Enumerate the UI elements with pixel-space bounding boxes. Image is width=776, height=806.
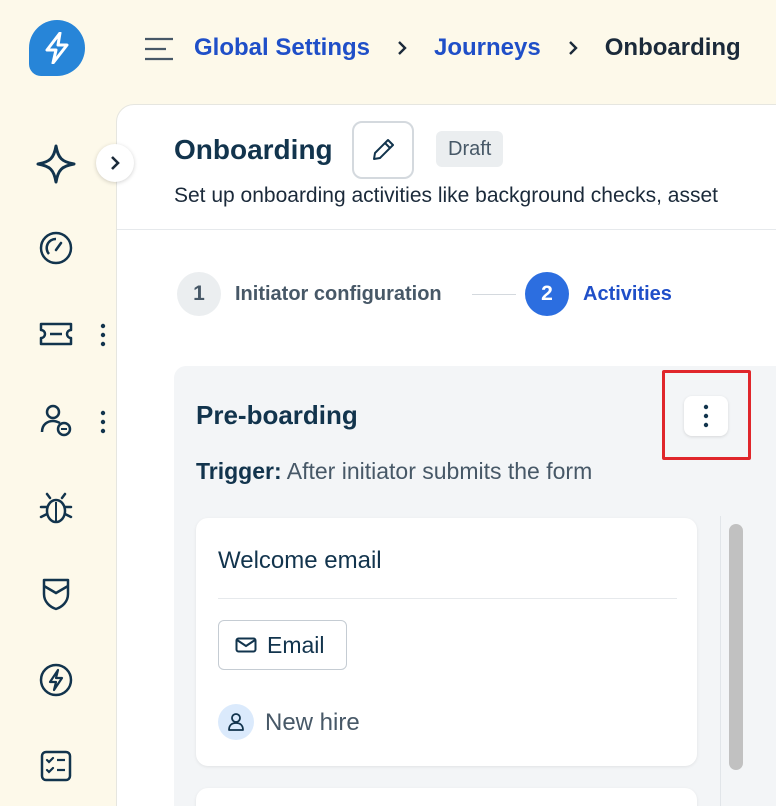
page-subtitle: Set up onboarding activities like backgr… [174, 184, 718, 207]
shield-icon[interactable] [36, 574, 76, 614]
breadcrumb-current: Onboarding [604, 34, 741, 61]
page-title: Onboarding [174, 134, 333, 165]
activity-card[interactable] [196, 788, 697, 806]
lightning-icon[interactable] [36, 660, 76, 700]
breadcrumb: Global Settings Journeys Onboarding [194, 34, 741, 62]
expand-sidebar-button[interactable] [96, 144, 134, 182]
activity-type-chip: Email [218, 620, 347, 670]
activity-assignee: New hire [265, 709, 360, 736]
breadcrumb-journeys[interactable]: Journeys [434, 34, 541, 62]
app-logo-icon[interactable] [29, 20, 85, 76]
stage-title: Pre-boarding [196, 400, 358, 430]
scrollbar-track [720, 516, 721, 806]
top-bar: Global Settings Journeys Onboarding [116, 0, 776, 104]
chevron-right-icon [111, 156, 120, 170]
dashboard-gauge-icon[interactable] [36, 228, 76, 268]
bug-icon[interactable] [36, 488, 76, 528]
menu-toggle-icon[interactable] [144, 35, 174, 63]
step-1-number[interactable]: 1 [177, 272, 221, 316]
mail-icon [235, 637, 257, 653]
highlight-box [662, 370, 751, 460]
step-2-number[interactable]: 2 [525, 272, 569, 316]
people-icon[interactable] [36, 400, 76, 440]
stepper-connector [472, 294, 516, 295]
sparkle-icon[interactable] [36, 144, 76, 184]
activity-type-label: Email [267, 631, 325, 658]
ticket-icon[interactable] [36, 314, 76, 354]
status-badge: Draft [436, 131, 504, 167]
chevron-right-icon [396, 40, 408, 56]
checklist-icon[interactable] [36, 746, 76, 786]
ticket-more-icon[interactable] [95, 320, 111, 350]
step-1-label[interactable]: Initiator configuration [235, 283, 442, 306]
scrollbar-thumb[interactable] [729, 524, 743, 770]
people-more-icon[interactable] [95, 407, 111, 437]
trigger-label: Trigger: [196, 458, 282, 484]
breadcrumb-global-settings[interactable]: Global Settings [194, 34, 370, 62]
activity-title[interactable]: Welcome email [218, 547, 382, 575]
trigger-value: After initiator submits the form [286, 458, 593, 484]
divider [117, 229, 776, 230]
chevron-right-icon [567, 40, 579, 56]
user-icon [218, 704, 254, 740]
step-2-label[interactable]: Activities [583, 283, 672, 306]
stage-trigger: Trigger: After initiator submits the for… [196, 458, 592, 485]
edit-title-button[interactable] [352, 121, 414, 179]
divider [218, 598, 677, 599]
left-rail [0, 0, 116, 806]
pencil-icon [373, 139, 394, 160]
